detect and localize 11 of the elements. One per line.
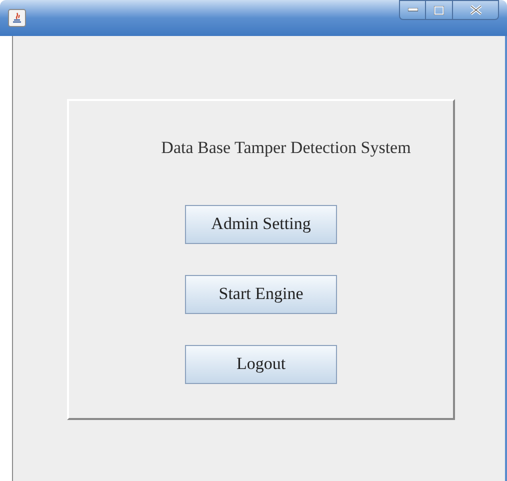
close-icon (470, 5, 482, 15)
close-button[interactable] (453, 0, 499, 20)
menu-button[interactable]: Logout (185, 344, 337, 384)
minimize-button[interactable] (399, 0, 426, 20)
maximize-icon (434, 6, 444, 14)
minimize-icon (408, 8, 418, 12)
heading: Data Base Tamper Detection System (161, 137, 411, 159)
menu-button[interactable]: Start Engine (185, 274, 337, 314)
app-icon (8, 9, 26, 27)
maximize-button[interactable] (426, 0, 453, 20)
menu-button[interactable]: Admin Setting (185, 204, 337, 244)
